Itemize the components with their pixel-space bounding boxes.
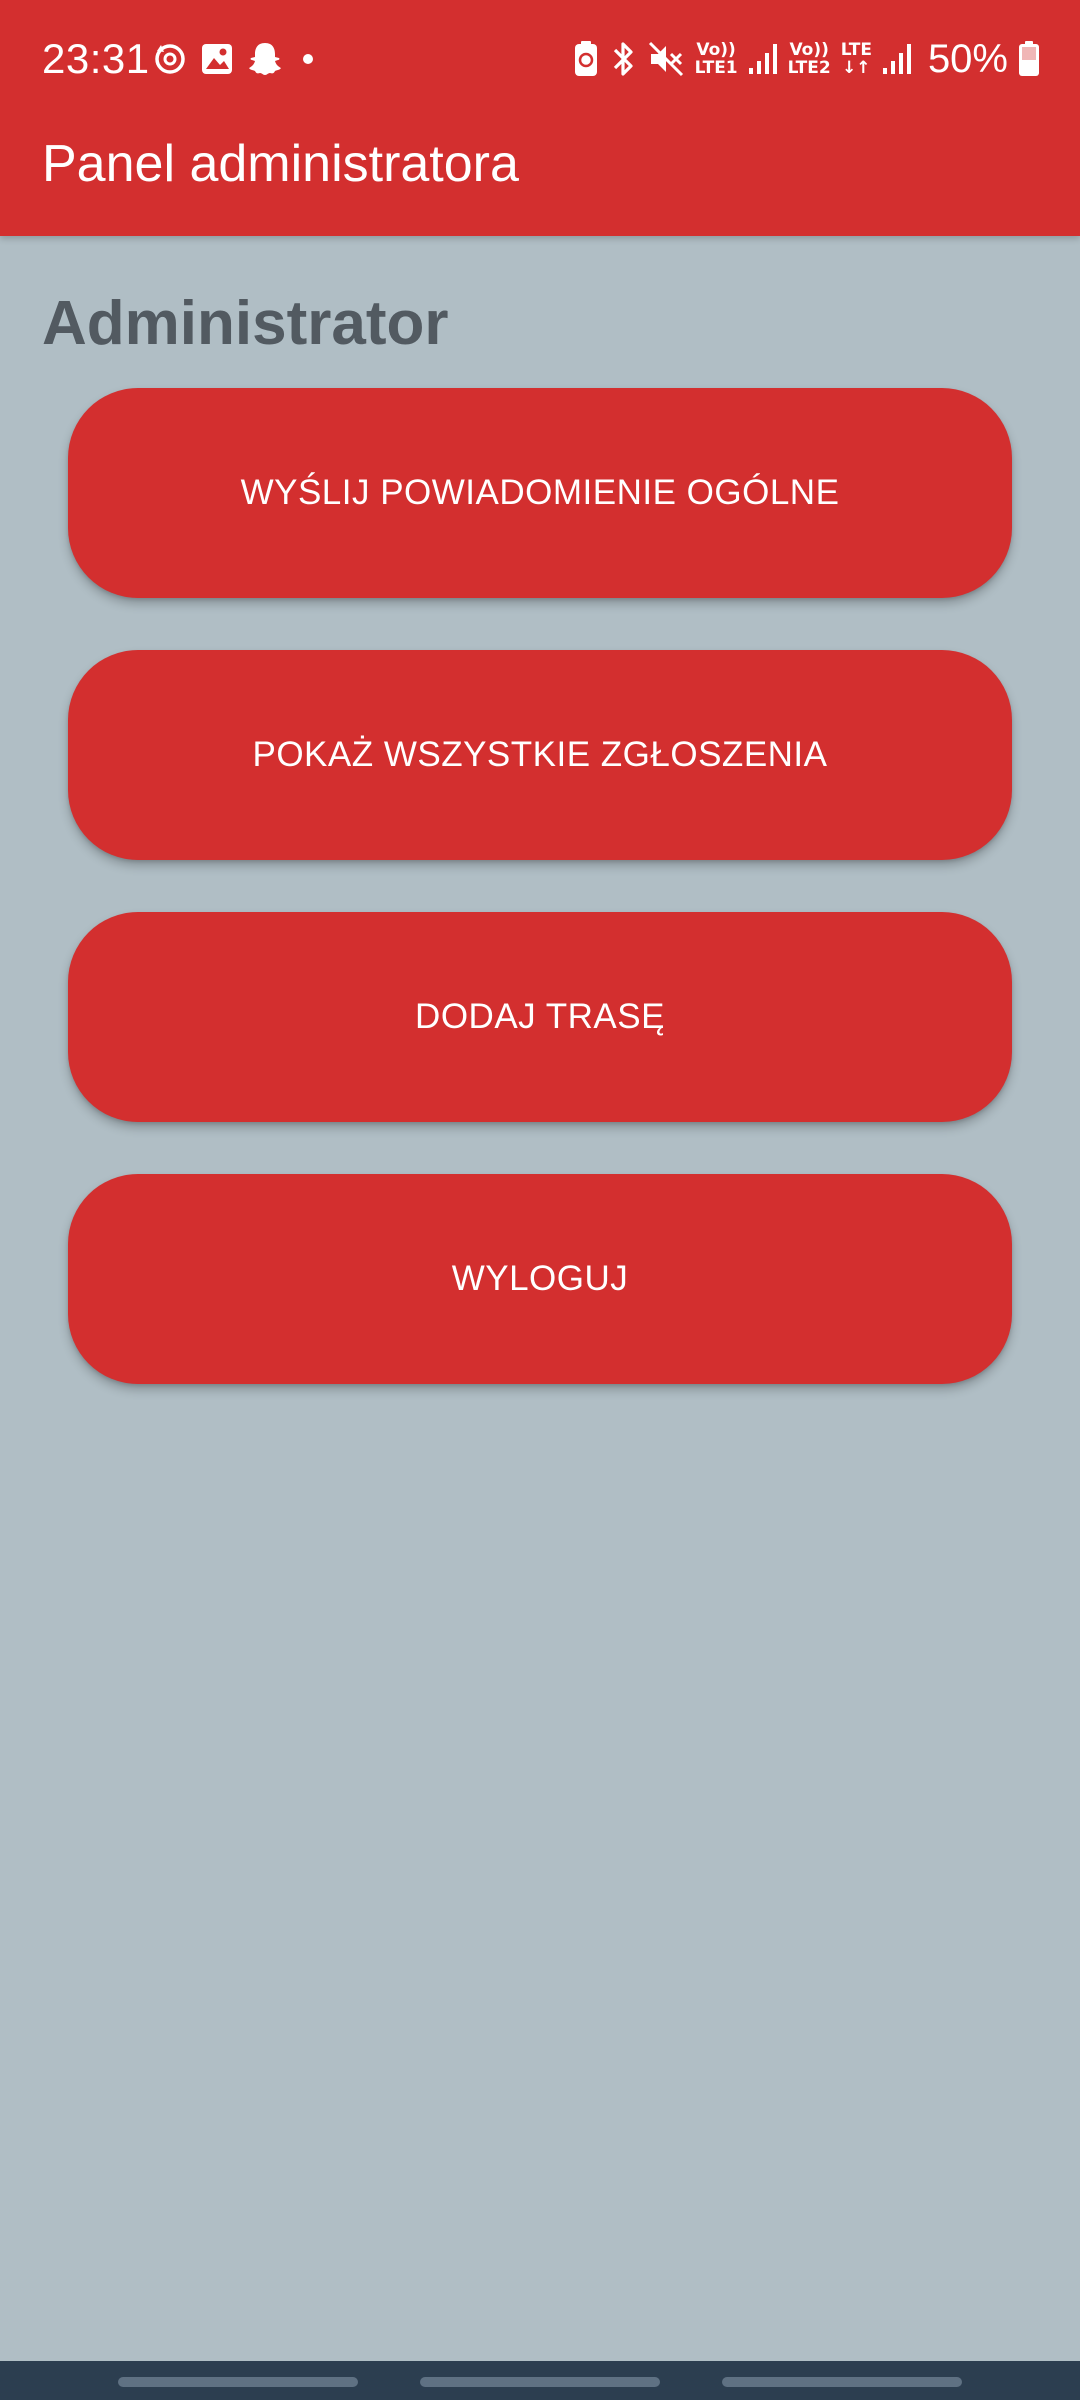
nav-back-handle[interactable] — [722, 2377, 962, 2387]
battery-saver-icon — [573, 40, 599, 78]
data-label: LTE ↓↑ — [840, 40, 872, 78]
signal-1-icon — [748, 42, 778, 76]
show-reports-button[interactable]: POKAŻ WSZYSTKIE ZGŁOSZENIA — [68, 650, 1012, 860]
add-route-button[interactable]: DODAJ TRASĘ — [68, 912, 1012, 1122]
section-heading: Administrator — [42, 289, 449, 358]
status-bar: 23:31 Vo)) LTE1 Vo)) LTE2 LTE ↓↑ 50% — [0, 0, 1080, 118]
page-title: Panel administratora — [42, 135, 519, 193]
snapchat-icon — [246, 40, 284, 78]
sim2-label: Vo)) LTE2 — [787, 40, 831, 78]
bluetooth-icon — [609, 40, 637, 78]
battery-percent: 50% — [927, 37, 1008, 81]
nav-home-handle[interactable] — [420, 2377, 660, 2387]
status-right-icons: Vo)) LTE1 Vo)) LTE2 LTE ↓↑ 50% — [573, 34, 1040, 84]
mute-icon — [647, 40, 685, 78]
status-left-icons — [152, 36, 320, 82]
sim1-label: Vo)) LTE1 — [694, 40, 738, 78]
gallery-icon — [200, 42, 234, 76]
signal-2-icon — [882, 42, 912, 76]
sync-icon — [152, 41, 188, 77]
logout-button[interactable]: WYLOGUJ — [68, 1174, 1012, 1384]
status-time: 23:31 — [42, 35, 150, 82]
system-nav-bar — [0, 2361, 1080, 2400]
send-notification-button[interactable]: WYŚLIJ POWIADOMIENIE OGÓLNE — [68, 388, 1012, 598]
nav-recents-handle[interactable] — [118, 2377, 358, 2387]
app-bar: 23:31 Vo)) LTE1 Vo)) LTE2 LTE ↓↑ 50% Pan… — [0, 0, 1080, 236]
dot-icon — [296, 47, 320, 71]
battery-icon — [1018, 40, 1040, 78]
